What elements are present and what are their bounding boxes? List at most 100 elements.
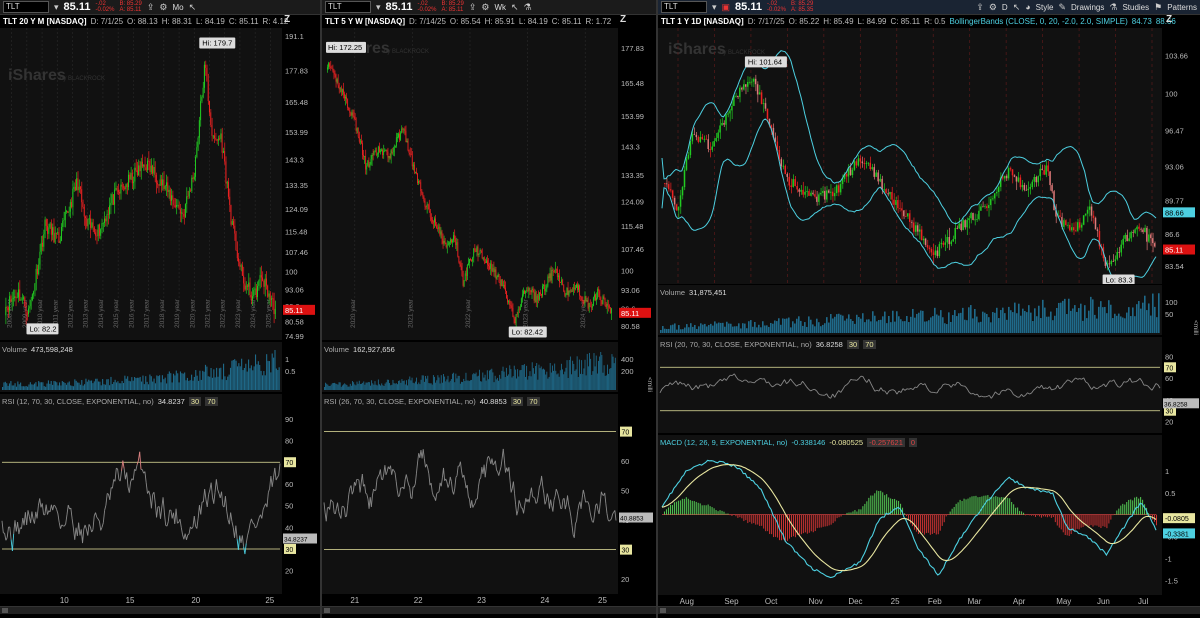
- macd-chart[interactable]: 10.5-0.5-1-1.5-0.0805-0.3381: [658, 435, 1200, 595]
- candle: [580, 295, 582, 298]
- gear-icon[interactable]: ⚙: [159, 2, 167, 13]
- patterns-button[interactable]: Patterns: [1167, 3, 1197, 12]
- candle: [737, 95, 739, 98]
- volume-bar: [682, 329, 684, 333]
- price-chart[interactable]: iSharesby BLACKROCK 103.6610096.4793.0689…: [658, 28, 1200, 284]
- share-icon[interactable]: ⇪: [976, 2, 984, 13]
- candle: [829, 191, 832, 193]
- volume-bar: [474, 373, 476, 390]
- candle: [810, 192, 812, 196]
- volume-bar: [800, 320, 802, 333]
- timeframe-button[interactable]: Wk: [494, 3, 506, 12]
- zoom-logo-icon[interactable]: Z: [284, 14, 290, 25]
- candle: [43, 234, 45, 247]
- chevron-down-icon[interactable]: ▾: [712, 2, 717, 13]
- timeframe-button[interactable]: Mo: [172, 3, 183, 12]
- patterns-icon[interactable]: ⚑: [1154, 2, 1162, 13]
- rsi-value: 34.8237: [157, 397, 185, 406]
- studies-button[interactable]: Studies: [1122, 3, 1149, 12]
- volume-bar: [846, 318, 848, 333]
- chevron-down-icon[interactable]: ▾: [376, 2, 381, 13]
- chart-panel-5y-weekly: TLT ▾ 85.11 -.02 -0.02% B: 85.29 A: 85.1…: [322, 0, 658, 618]
- rsi-overbought-level: 70: [205, 397, 218, 406]
- volume-bar: [696, 328, 698, 333]
- rsi-chart[interactable]: 70605040302040.8853: [322, 394, 654, 594]
- candle: [398, 133, 399, 138]
- symbol-input[interactable]: TLT: [3, 1, 49, 13]
- time-axis-label: 24: [540, 596, 549, 605]
- style-icon[interactable]: ◕: [1025, 2, 1030, 12]
- cursor-icon[interactable]: ↖: [189, 2, 197, 13]
- volume-bar: [1092, 299, 1094, 333]
- volume-bar: [784, 318, 786, 333]
- candle: [756, 84, 759, 95]
- horizontal-scrollbar[interactable]: [658, 606, 1200, 614]
- macd-histogram-bar: [822, 514, 824, 527]
- chevron-down-icon[interactable]: ▾: [54, 2, 59, 13]
- candle: [424, 201, 426, 207]
- volume-bar: [177, 373, 179, 390]
- macd-histogram-bar: [695, 501, 697, 515]
- price-chart[interactable]: iSharesby BLACKROCK2008 year 2009 year 201…: [0, 28, 318, 340]
- volume-bar: [960, 312, 962, 333]
- horizontal-scrollbar[interactable]: [322, 606, 656, 614]
- volume-bar: [964, 319, 966, 333]
- candle: [184, 204, 186, 217]
- volume-bar: [1016, 313, 1018, 333]
- candle: [1043, 170, 1045, 175]
- candle: [262, 277, 264, 281]
- scroll-thumb[interactable]: [324, 608, 330, 613]
- candle: [191, 177, 193, 192]
- price-chart[interactable]: iSharesby BLACKROCK2020 year2021 year202…: [322, 28, 654, 340]
- scroll-thumb[interactable]: [2, 608, 8, 613]
- timeframe-button[interactable]: D: [1002, 3, 1008, 12]
- candle: [993, 193, 996, 199]
- volume-bar: [36, 386, 38, 390]
- share-icon[interactable]: ⇪: [147, 2, 155, 13]
- volume-bar: [1118, 313, 1120, 333]
- symbol-input[interactable]: TLT: [325, 1, 371, 13]
- candle: [143, 164, 145, 167]
- volume-bar: [1150, 315, 1152, 333]
- candle: [715, 137, 717, 141]
- volume-bar: [587, 366, 589, 390]
- rsi-chart[interactable]: 80706040302036.8258: [658, 337, 1200, 433]
- volume-bar: [49, 383, 51, 390]
- candle: [677, 206, 680, 211]
- rsi-line-segment: [750, 381, 753, 383]
- candle: [349, 110, 351, 113]
- volume-bar: [589, 352, 590, 390]
- pencil-icon[interactable]: ✎: [1058, 2, 1066, 13]
- scroll-thumb[interactable]: [660, 608, 666, 613]
- share-icon[interactable]: ⇪: [469, 2, 477, 13]
- horizontal-scrollbar[interactable]: [0, 606, 320, 614]
- candle: [375, 150, 377, 155]
- flask-icon[interactable]: ⚗: [524, 2, 532, 13]
- symbol-input[interactable]: TLT: [661, 1, 707, 13]
- candle: [404, 129, 406, 132]
- candle: [28, 308, 29, 315]
- volume-chart[interactable]: 10050<millions>: [658, 285, 1200, 335]
- gear-icon[interactable]: ⚙: [481, 2, 489, 13]
- lock-icon[interactable]: ▣: [722, 2, 731, 13]
- candle: [411, 154, 413, 167]
- candle: [260, 275, 262, 278]
- gear-icon[interactable]: ⚙: [989, 2, 997, 13]
- volume-bar: [234, 359, 236, 390]
- rsi-chart[interactable]: 908070605040302034.8237: [0, 394, 318, 594]
- candle: [899, 208, 901, 209]
- year-label: 2023 year: [235, 298, 242, 328]
- bid-ask-block: B: 85.29 A: 85.11: [119, 1, 141, 13]
- drawings-button[interactable]: Drawings: [1071, 3, 1104, 12]
- cursor-icon[interactable]: ↖: [511, 2, 519, 13]
- ohlc-date: D: 7/1/25: [90, 17, 124, 26]
- zoom-logo-icon[interactable]: Z: [1166, 14, 1172, 25]
- volume-bar: [575, 369, 577, 390]
- volume-bar: [690, 323, 692, 333]
- zoom-logo-icon[interactable]: Z: [620, 14, 626, 25]
- candle: [551, 269, 553, 281]
- candle: [64, 211, 66, 221]
- cursor-icon[interactable]: ↖: [1013, 2, 1021, 13]
- flask-icon[interactable]: ⚗: [1109, 2, 1117, 13]
- style-button[interactable]: Style: [1036, 3, 1054, 12]
